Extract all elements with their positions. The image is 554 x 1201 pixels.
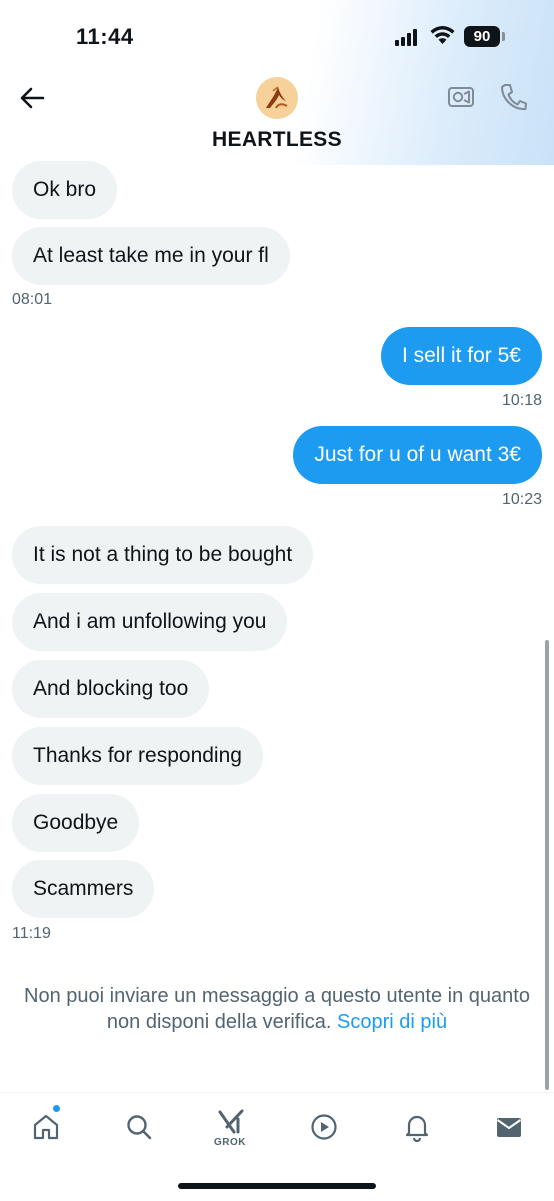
back-arrow-icon[interactable] xyxy=(18,84,46,112)
learn-more-link[interactable]: Scopri di più xyxy=(337,1011,447,1033)
message-timestamp: 10:18 xyxy=(501,392,542,409)
message-bubble-incoming[interactable]: And i am unfollowing you xyxy=(12,593,288,651)
grok-icon xyxy=(218,1109,244,1134)
scrollbar[interactable] xyxy=(545,640,549,1090)
message-bubble-incoming[interactable]: Thanks for responding xyxy=(12,727,263,785)
message-bubble-outgoing[interactable]: Just for u of u want 3€ xyxy=(293,426,542,484)
tab-home[interactable] xyxy=(26,1107,66,1147)
contact-name[interactable]: HEARTLESS xyxy=(0,128,554,152)
status-bar: 11:44 90 xyxy=(0,0,554,70)
message-bubble-incoming[interactable]: Goodbye xyxy=(12,794,140,852)
tab-notifications[interactable] xyxy=(397,1107,437,1147)
wifi-icon xyxy=(430,26,455,44)
mail-icon xyxy=(496,1118,522,1137)
status-time: 11:44 xyxy=(76,24,134,49)
phone-icon[interactable] xyxy=(499,82,527,112)
message-bubble-incoming[interactable]: And blocking too xyxy=(12,660,210,718)
tab-grok[interactable] xyxy=(211,1101,251,1141)
avatar-image xyxy=(256,77,298,119)
home-indicator xyxy=(178,1183,376,1189)
tab-video[interactable] xyxy=(304,1107,344,1147)
search-icon xyxy=(127,1115,152,1140)
message-bubble-incoming[interactable]: It is not a thing to be bought xyxy=(12,526,314,584)
conversation-header: HEARTLESS xyxy=(0,70,554,165)
bell-icon xyxy=(405,1115,429,1142)
signal-icon xyxy=(395,28,421,46)
tab-search[interactable] xyxy=(119,1107,159,1147)
message-timestamp: 08:01 xyxy=(12,291,53,308)
play-icon xyxy=(311,1114,337,1140)
cannot-message-notice: Non puoi inviare un messaggio a questo u… xyxy=(20,983,534,1035)
message-bubble-outgoing[interactable]: I sell it for 5€ xyxy=(380,327,542,385)
message-timestamp: 11:19 xyxy=(12,925,51,942)
avatar[interactable] xyxy=(256,77,298,119)
notice-text: Non puoi inviare un messaggio a questo u… xyxy=(24,985,530,1033)
grok-label: GROK xyxy=(214,1137,246,1148)
message-list: Ok bro At least take me in your fl 08:01… xyxy=(0,160,554,960)
message-timestamp: 10:23 xyxy=(501,491,542,508)
home-icon xyxy=(33,1114,59,1140)
video-camera-icon[interactable] xyxy=(447,85,475,109)
battery-tip xyxy=(502,32,505,41)
battery-icon: 90 xyxy=(464,26,500,47)
tab-messages[interactable] xyxy=(489,1107,529,1147)
notification-dot xyxy=(53,1105,60,1112)
message-bubble-incoming[interactable]: Scammers xyxy=(12,860,155,918)
message-bubble-incoming[interactable]: Ok bro xyxy=(12,161,118,219)
message-bubble-incoming[interactable]: At least take me in your fl xyxy=(12,227,290,285)
